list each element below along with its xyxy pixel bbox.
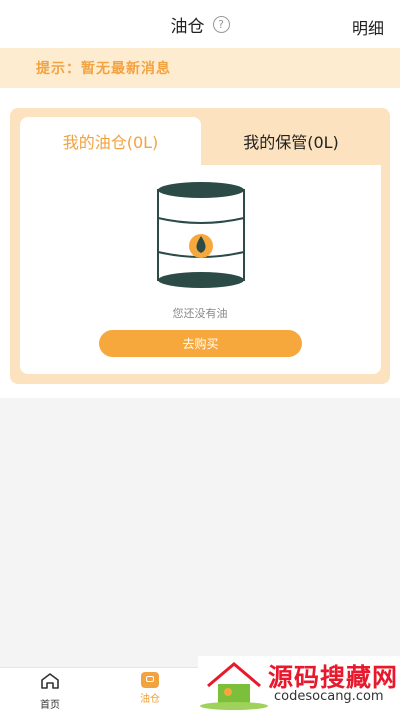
nav-item-home[interactable]: 首页 bbox=[25, 672, 75, 711]
watermark: 源码搜藏网 codesocang.com bbox=[198, 656, 400, 711]
oil-tank-icon bbox=[141, 672, 159, 688]
page-title: 油仓 bbox=[170, 16, 205, 37]
tab-label: 我的保管(0L) bbox=[243, 133, 339, 152]
buy-button[interactable]: 去购买 bbox=[99, 330, 302, 357]
tab-my-oil-tank[interactable]: 我的油仓(0L) bbox=[20, 117, 201, 165]
empty-state-text: 您还没有油 bbox=[172, 307, 228, 320]
detail-button[interactable]: 明细 bbox=[352, 15, 384, 39]
home-icon bbox=[41, 673, 59, 689]
question-circle-icon[interactable]: ? bbox=[212, 15, 230, 33]
notice-bar: 提示：暂无最新消息 bbox=[0, 48, 400, 88]
nav-item-oil-tank[interactable]: 油仓 bbox=[125, 672, 175, 705]
oil-barrel-icon bbox=[157, 182, 245, 288]
nav-label: 首页 bbox=[40, 700, 60, 711]
watermark-url: codesocang.com bbox=[274, 689, 384, 704]
notice-text: 提示：暂无最新消息 bbox=[36, 61, 171, 77]
tab-label: 我的油仓(0L) bbox=[62, 133, 159, 152]
nav-label: 油仓 bbox=[140, 694, 160, 705]
house-logo-icon bbox=[200, 662, 268, 710]
top-header: 油仓 ? bbox=[0, 0, 400, 48]
tab-my-custody[interactable]: 我的保管(0L) bbox=[201, 117, 381, 165]
